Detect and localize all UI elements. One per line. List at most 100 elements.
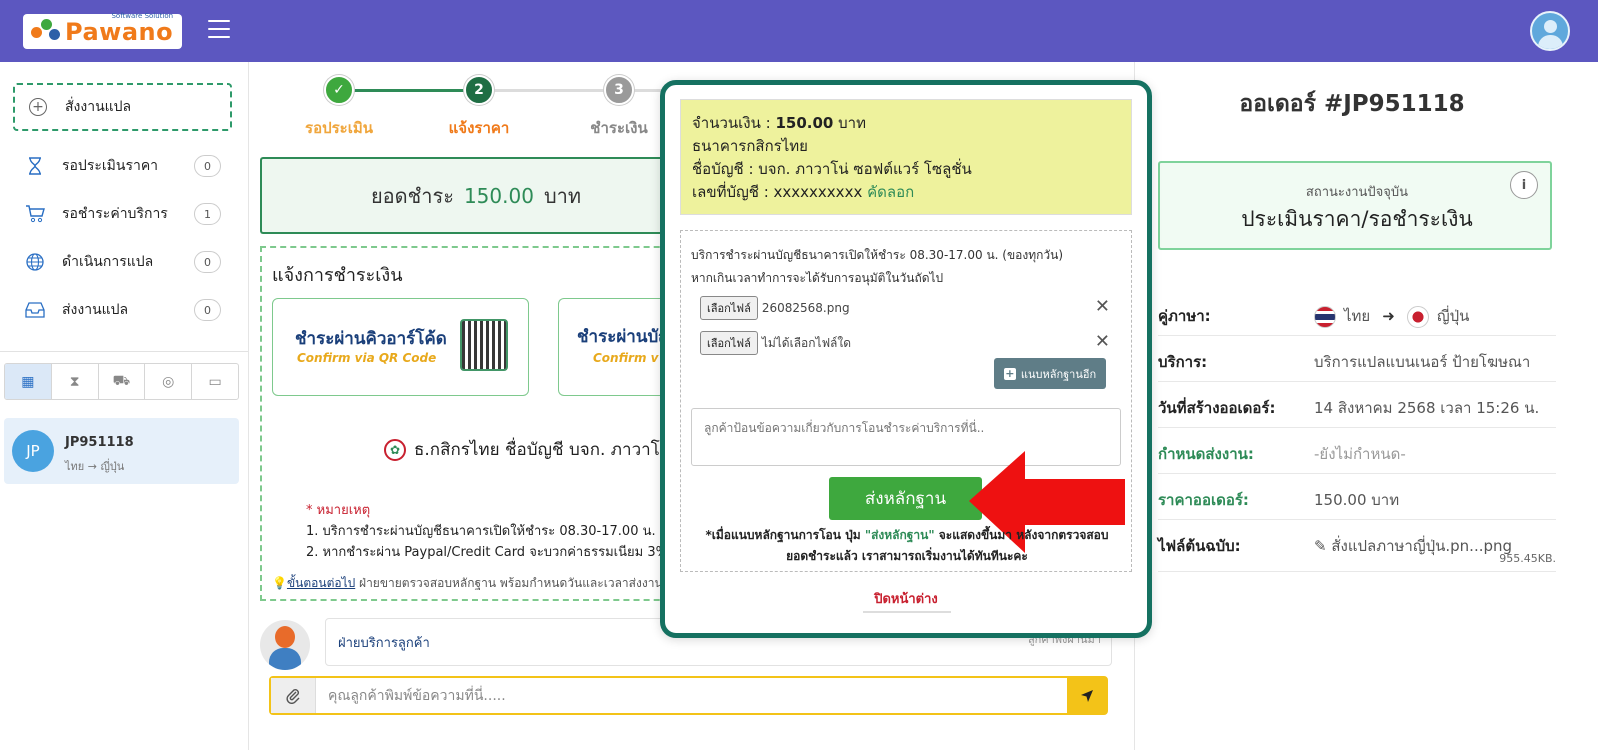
payment-notice-panel: แจ้งการชำระเงิน ชำระผ่านคิวอาร์โค้ด Conf…: [260, 246, 692, 601]
plus-circle-icon: +: [29, 98, 47, 116]
row-language-pair: คู่ภาษา: ไทย ➜ ญี่ปุ่น: [1158, 290, 1556, 336]
tab-awaiting-payment[interactable]: ⛟: [99, 364, 146, 399]
payment-notes: * หมายเหตุ 1. บริการชำระผ่านบัญชีธนาคารเ…: [306, 500, 688, 563]
logo-text: Pawano Software Solution: [65, 11, 174, 46]
qr-option-subtitle: Confirm via QR Code: [297, 351, 437, 365]
sidebar-item-label: รอชำระค่าบริการ: [62, 206, 168, 222]
info-icon[interactable]: i: [1510, 171, 1538, 199]
hamburger-icon[interactable]: [208, 20, 230, 38]
close-window-link[interactable]: ปิดหน้าต่าง: [665, 588, 1147, 609]
sidebar-item-label: รอประเมินราคา: [62, 158, 159, 174]
sidebar-item-label: ส่งงานแปล: [62, 302, 129, 318]
payment-proof-modal: จำนวนเงิน : 150.00 บาท ธนาคารกสิกรไทย ชื…: [660, 80, 1152, 638]
divider: [0, 351, 248, 352]
footnote-text: จะแสดงขึ้นมา หลังจากตรวจสอบ: [934, 528, 1109, 542]
job-avatar: JP: [12, 430, 54, 472]
payment-total: ยอดชำระ 150.00 บาท: [260, 157, 690, 234]
row-key: ไฟล์ต้นฉบับ:: [1158, 537, 1241, 555]
bank-hours-info: บริการชำระผ่านบัญชีธนาคารเปิดให้ชำระ 08.…: [691, 244, 1063, 290]
close-icon[interactable]: ✕: [1095, 297, 1110, 317]
plus-icon: +: [1003, 367, 1016, 380]
account-number: xxxxxxxxxx: [773, 183, 863, 201]
account-name: ชื่อบัญชี : บจก. ภาวาโน่ ซอฟต์แวร์ โซลูช…: [692, 160, 972, 178]
step-2-label: แจ้งราคา: [448, 119, 510, 137]
row-price: ราคาออเดอร์: 150.00 บาท: [1158, 474, 1556, 520]
divider: [863, 611, 951, 613]
kbank-logo-icon: ✿: [384, 438, 406, 461]
tab-awaiting-quote[interactable]: ⧗: [52, 364, 99, 399]
step-connector: [339, 89, 479, 92]
amount-value: 150.00: [775, 114, 834, 132]
pay-qr-option[interactable]: ชำระผ่านคิวอาร์โค้ด Confirm via QR Code: [272, 298, 529, 396]
send-proof-button[interactable]: ส่งหลักฐาน: [829, 477, 982, 520]
account-number-label: เลขที่บัญชี :: [692, 183, 774, 201]
source-file-link[interactable]: ✎ สั่งแปลภาษาญี่ปุ่น.pn...png: [1314, 534, 1512, 558]
add-more-proof-button[interactable]: + แนบหลักฐานอีก: [994, 358, 1106, 389]
tab-delivered[interactable]: ▭: [192, 364, 238, 399]
step-3-marker: 3: [604, 75, 634, 105]
next-step-text: ฝ่ายขายตรวจสอบหลักฐาน พร้อมกำหนดวันและเว…: [355, 576, 663, 590]
send-icon[interactable]: [1067, 678, 1106, 713]
message-composer: [269, 676, 1108, 715]
globe-icon: [25, 252, 45, 272]
bank-name: ธนาคารกสิกรไทย: [692, 137, 808, 155]
choose-file-button[interactable]: เลือกไฟล์: [700, 296, 758, 320]
total-amount: 150.00: [463, 183, 534, 208]
sidebar-item-translating[interactable]: ดำเนินการแปล 0: [0, 238, 248, 286]
japan-flag-icon: [1406, 305, 1429, 328]
proof-footnote: *เมื่อแนบหลักฐานการโอน ปุ่ม "ส่งหลักฐาน"…: [681, 525, 1133, 567]
new-job-button[interactable]: + สั่งงานแปล: [13, 83, 232, 131]
footnote-highlight: "ส่งหลักฐาน": [864, 528, 935, 542]
sidebar-item-awaiting-payment[interactable]: รอชำระค่าบริการ 1: [0, 190, 248, 238]
target-language: ญี่ปุ่น: [1436, 307, 1470, 325]
logo-mark-icon: [31, 18, 61, 45]
paperclip-icon[interactable]: [271, 678, 316, 713]
row-value: 14 สิงหาคม 2568 เวลา 15:26 น.: [1314, 399, 1540, 417]
close-icon[interactable]: ✕: [1095, 332, 1110, 352]
next-step-link[interactable]: ขั้นตอนต่อไป: [287, 576, 355, 590]
row-key: บริการ:: [1158, 353, 1208, 371]
file-name: 26082568.png: [761, 301, 850, 315]
order-detail-panel: ออเดอร์ #JP951118 สถานะงานปัจจุบัน ประเม…: [1134, 62, 1598, 750]
user-avatar-icon[interactable]: [1530, 11, 1570, 51]
total-unit: บาท: [543, 183, 582, 208]
source-file-name: สั่งแปลภาษาญี่ปุ่น.pn...png: [1331, 537, 1513, 555]
row-source-file: ไฟล์ต้นฉบับ: ✎ สั่งแปลภาษาญี่ปุ่น.pn...p…: [1158, 520, 1556, 572]
chat-sender: ฝ่ายบริการลูกค้า: [338, 636, 430, 651]
row-created-date: วันที่สร้างออเดอร์: 14 สิงหาคม 2568 เวลา…: [1158, 382, 1556, 428]
row-service: บริการ: บริการแปลแบนเนอร์ ป้ายโฆษณา: [1158, 336, 1556, 382]
cart-icon: ⛟: [112, 372, 131, 389]
sidebar-item-awaiting-quote[interactable]: รอประเมินราคา 0: [0, 142, 248, 190]
next-step-hint: 💡ขั้นตอนต่อไป ฝ่ายขายตรวจสอบหลักฐาน พร้อ…: [272, 574, 663, 593]
file-name: ไม่ได้เลือกไฟล์ใด: [761, 335, 852, 350]
tab-translating[interactable]: ◎: [145, 364, 193, 399]
step-connector: [479, 89, 619, 92]
new-job-label: สั่งงานแปล: [65, 99, 132, 115]
row-value: -ยังไม่กำหนด-: [1314, 445, 1406, 463]
choose-file-button[interactable]: เลือกไฟล์: [700, 331, 758, 355]
grid-icon: ▦: [21, 373, 35, 390]
amount-unit: บาท: [838, 114, 866, 132]
count-badge: 0: [194, 251, 221, 273]
file-input-row-2: เลือกไฟล์ ไม่ได้เลือกไฟล์ใด ✕: [700, 331, 1110, 355]
inbox-icon: ▭: [208, 373, 222, 390]
bank-info-box: จำนวนเงิน : 150.00 บาท ธนาคารกสิกรไทย ชื…: [680, 99, 1132, 215]
file-input-row-1: เลือกไฟล์ 26082568.png ✕: [700, 296, 1110, 320]
message-input[interactable]: [316, 678, 1067, 713]
hourglass-icon: [25, 156, 45, 176]
count-badge: 0: [194, 299, 221, 321]
sidebar-filter-tabs: ▦ ⧗ ⛟ ◎ ▭: [4, 363, 239, 400]
proof-upload-area: บริการชำระผ่านบัญชีธนาคารเปิดให้ชำระ 08.…: [680, 230, 1132, 572]
note-line-2: 2. หากชำระผ่าน Paypal/Credit Card จะบวกค…: [306, 545, 668, 560]
pawano-logo[interactable]: Pawano Software Solution: [23, 11, 182, 49]
qr-option-title: ชำระผ่านคิวอาร์โค้ด: [295, 329, 447, 349]
copy-button[interactable]: คัดลอก: [867, 183, 914, 201]
step-1-check-icon: ✓: [324, 75, 354, 105]
footnote-line-2: ยอดชำระแล้ว เราสามารถเริ่มงานได้ทันทีนะค…: [786, 549, 1028, 563]
note-line-1: 1. บริการชำระผ่านบัญชีธนาคารเปิดให้ชำระ …: [306, 524, 688, 539]
row-key: ราคาออเดอร์:: [1158, 491, 1249, 509]
tab-all[interactable]: ▦: [5, 364, 52, 399]
job-list-item[interactable]: JP JP951118 ไทย → ญี่ปุ่น: [4, 418, 239, 484]
job-languages: ไทย → ญี่ปุ่น: [65, 460, 125, 473]
sidebar-item-delivered[interactable]: ส่งงานแปล 0: [0, 286, 248, 334]
